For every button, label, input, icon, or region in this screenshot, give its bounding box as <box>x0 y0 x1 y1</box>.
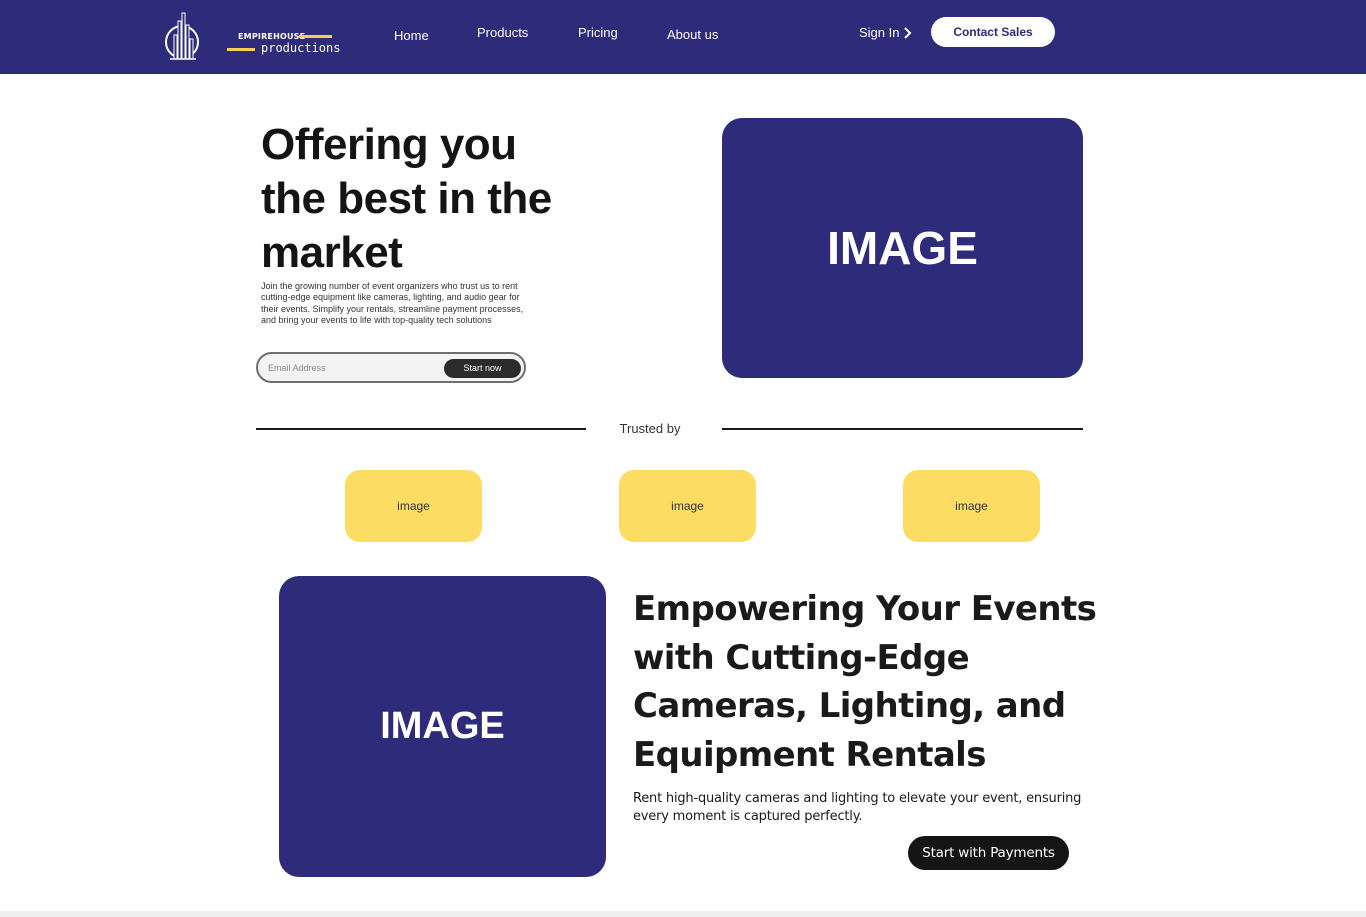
hero-title: Offering you the best in the market <box>261 120 552 277</box>
nav-link-pricing[interactable]: Pricing <box>578 25 618 40</box>
sign-in-link[interactable]: Sign In <box>859 25 913 40</box>
sign-in-label: Sign In <box>859 25 900 40</box>
contact-sales-button[interactable]: Contact Sales <box>931 17 1055 47</box>
partner-logo-placeholder: image <box>903 470 1040 542</box>
feature-title: Empowering Your Events with Cutting-Edge… <box>633 589 1097 775</box>
page-bottom-strip <box>0 911 1366 917</box>
building-logo-icon[interactable] <box>163 11 203 61</box>
nav-link-products[interactable]: Products <box>477 25 528 40</box>
top-navbar: EMPIREHOUSE productions Home Products Pr… <box>0 0 1366 74</box>
start-now-button[interactable]: Start now <box>444 359 521 378</box>
email-signup-form: Start now <box>256 352 526 383</box>
feature-image-placeholder: IMAGE <box>279 576 606 877</box>
chevron-right-icon <box>904 26 912 39</box>
brand-accent-bar <box>299 35 332 38</box>
brand-name-top: EMPIREHOUSE <box>238 32 306 41</box>
email-input[interactable] <box>268 360 443 376</box>
partner-logo-placeholder: image <box>345 470 482 542</box>
nav-link-about-us[interactable]: About us <box>667 27 718 42</box>
nav-link-home[interactable]: Home <box>394 28 429 43</box>
hero-image-placeholder: IMAGE <box>722 118 1083 378</box>
brand-wordmark[interactable]: EMPIREHOUSE productions <box>227 28 357 58</box>
divider-line <box>256 428 586 430</box>
divider-line <box>722 428 1083 430</box>
partner-logo-placeholder: image <box>619 470 756 542</box>
feature-description: Rent high-quality cameras and lighting t… <box>633 791 1082 824</box>
trusted-by-label: Trusted by <box>619 421 681 436</box>
hero-description: Join the growing number of event organiz… <box>261 281 524 326</box>
start-with-payments-button[interactable]: Start with Payments <box>908 836 1069 870</box>
brand-accent-bar <box>227 48 255 51</box>
brand-name-bottom: productions <box>261 41 341 55</box>
